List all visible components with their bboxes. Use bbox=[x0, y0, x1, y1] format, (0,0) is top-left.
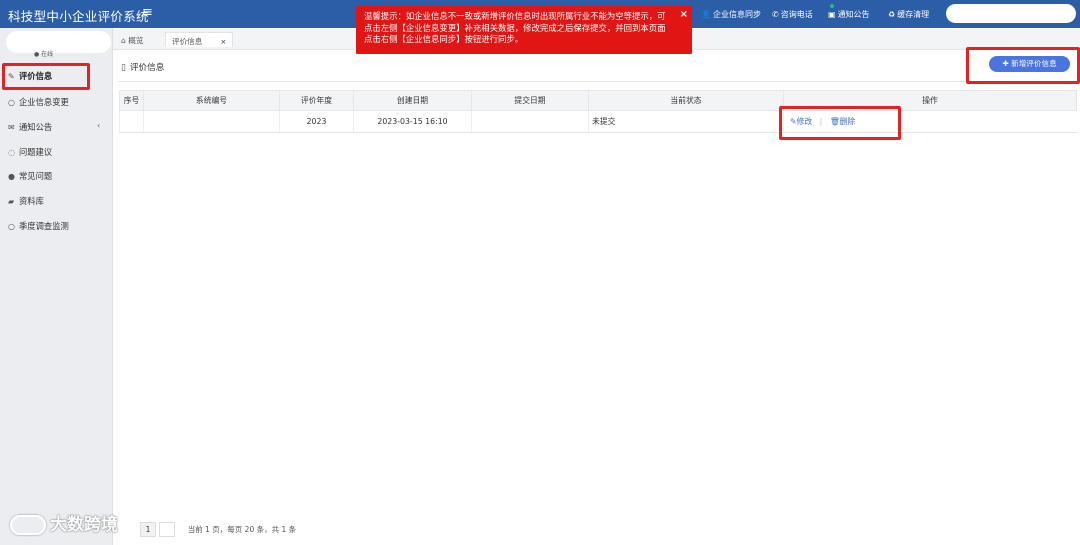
evaluation-table: 序号 系统编号 评价年度 创建日期 提交日期 当前状态 操作 2023 2023… bbox=[119, 90, 1077, 133]
user-icon: 👤 bbox=[701, 10, 711, 19]
table-header-row: 序号 系统编号 评价年度 创建日期 提交日期 当前状态 操作 bbox=[119, 90, 1077, 111]
cell-system-no bbox=[143, 110, 280, 133]
chat-icon: ◌ bbox=[8, 148, 15, 157]
sidebar-item-company-change[interactable]: ○ 企业信息变更 bbox=[8, 96, 69, 110]
warning-alert: 温馨提示：如企业信息不一致或新增评价信息时出现所属行业不能为空等提示，可点击左侧… bbox=[356, 6, 692, 54]
close-icon[interactable]: × bbox=[680, 9, 688, 21]
recycle-icon: ♻ bbox=[888, 10, 896, 19]
edit-link[interactable]: ✎修改 bbox=[790, 117, 815, 126]
nav-company-sync[interactable]: 👤 企业信息同步 bbox=[701, 9, 761, 21]
column-header: 提交日期 bbox=[471, 90, 589, 111]
sidebar-item-notice[interactable]: ✉ 通知公告 bbox=[8, 121, 52, 135]
delete-link[interactable]: 🗑删除 bbox=[830, 117, 856, 126]
cell-created: 2023-03-15 16:10 bbox=[353, 110, 472, 133]
circle-icon: ○ bbox=[8, 222, 15, 231]
column-header: 操作 bbox=[783, 90, 1077, 111]
sidebar-item-library[interactable]: ▰ 资料库 bbox=[8, 195, 44, 209]
document-icon: ▯ bbox=[121, 63, 126, 73]
cell-submitted bbox=[471, 110, 589, 133]
sidebar-item-quarterly-survey[interactable]: ○ 季度调查监测 bbox=[8, 220, 69, 234]
cell-actions: ✎修改 | 🗑删除 bbox=[783, 110, 1077, 133]
online-status: ● 在线 bbox=[34, 51, 54, 58]
nav-hotline[interactable]: ✆ 咨询电话 bbox=[772, 9, 813, 21]
watermark: 大数跨境 bbox=[10, 510, 118, 540]
hamburger-icon[interactable]: ≡ bbox=[142, 5, 153, 20]
home-icon: ⌂ bbox=[121, 36, 126, 45]
notification-dot bbox=[830, 4, 834, 8]
tab-overview[interactable]: ⌂ 概览 bbox=[115, 32, 149, 47]
mail-icon: ✉ bbox=[8, 123, 15, 132]
question-icon: ● bbox=[8, 172, 15, 181]
circle-icon: ○ bbox=[8, 98, 15, 107]
folder-icon: ▰ bbox=[8, 197, 15, 206]
column-header: 评价年度 bbox=[279, 90, 354, 111]
sidebar-item-evaluation[interactable]: ✎ 评价信息 bbox=[8, 70, 52, 84]
column-header: 当前状态 bbox=[588, 90, 784, 111]
pagination-info: 当前 1 页，每页 20 条，共 1 条 bbox=[187, 525, 297, 534]
column-header: 序号 bbox=[119, 90, 144, 111]
edit-icon: ✎ bbox=[8, 72, 15, 81]
user-menu[interactable] bbox=[946, 4, 1076, 23]
cell-seq bbox=[119, 110, 144, 133]
plus-icon: ✚ bbox=[1002, 59, 1009, 68]
table-row: 2023 2023-03-15 16:10 未提交 ✎修改 | 🗑删除 bbox=[119, 110, 1077, 133]
cell-year: 2023 bbox=[279, 110, 354, 133]
page-button-current[interactable]: 1 bbox=[140, 522, 156, 537]
chevron-left-icon[interactable]: ‹ bbox=[97, 121, 100, 130]
tab-evaluation[interactable]: 评价信息 × bbox=[165, 32, 234, 47]
cell-status: 未提交 bbox=[588, 110, 784, 133]
nav-clear-cache[interactable]: ♻ 缓存清理 bbox=[888, 9, 929, 21]
sidebar-item-faq[interactable]: ● 常见问题 bbox=[8, 170, 52, 184]
add-evaluation-button[interactable]: ✚ 新增评价信息 bbox=[989, 56, 1070, 72]
separator: | bbox=[819, 117, 823, 126]
alert-text: 温馨提示：如企业信息不一致或新增评价信息时出现所属行业不能为空等提示，可点击左侧… bbox=[364, 11, 666, 44]
user-card bbox=[6, 31, 111, 53]
app-title: 科技型中小企业评价系统 bbox=[8, 9, 149, 24]
column-header: 创建日期 bbox=[353, 90, 472, 111]
page-button-next[interactable] bbox=[158, 522, 175, 537]
pagination: 1 当前 1 页，每页 20 条，共 1 条 bbox=[140, 522, 296, 538]
phone-icon: ✆ bbox=[772, 10, 779, 19]
divider bbox=[118, 81, 1076, 82]
column-header: 系统编号 bbox=[143, 90, 280, 111]
sidebar-item-suggestions[interactable]: ◌ 问题建议 bbox=[8, 146, 52, 160]
watermark-logo-icon bbox=[10, 515, 46, 535]
bell-icon: ▣ bbox=[828, 10, 836, 19]
close-icon[interactable]: × bbox=[220, 38, 226, 46]
nav-notice[interactable]: ▣ 通知公告 bbox=[828, 9, 870, 21]
trash-icon: 🗑 bbox=[829, 117, 840, 126]
page-title: ▯ 评价信息 bbox=[121, 63, 165, 73]
